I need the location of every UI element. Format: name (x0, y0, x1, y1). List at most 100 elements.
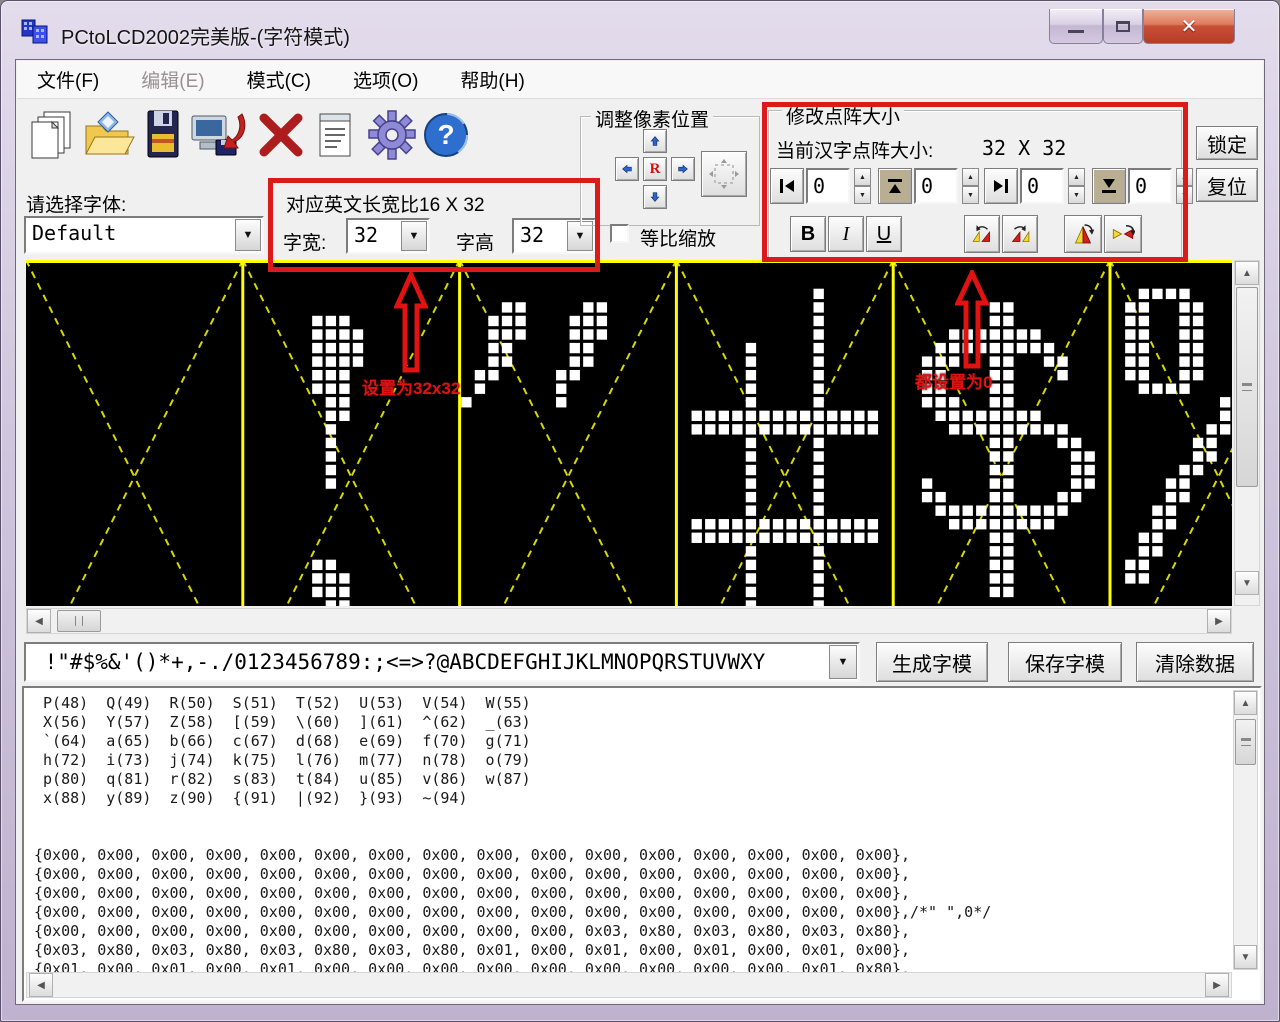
new-document-button[interactable] (26, 108, 76, 165)
scroll-right-button[interactable]: ▶ (1205, 973, 1229, 997)
spin-up-button[interactable]: ▲ (1068, 168, 1085, 186)
font-selector-value: Default (32, 221, 116, 245)
window-frame: PCtoLCD2002完美版-(字符模式) ✕ 文件(F) 编辑(E) 模式(C… (0, 0, 1280, 1022)
italic-button[interactable]: I (828, 216, 864, 252)
rotate-right-button[interactable] (1002, 215, 1038, 253)
char-strip[interactable]: !"#$%&'()*+,-./0123456789:;<=>?@ABCDEFGH… (24, 642, 860, 682)
menu-item-file[interactable]: 文件(F) (31, 62, 105, 97)
pixel-position-title: 调整像素位置 (591, 105, 713, 132)
move-down-button[interactable] (643, 185, 667, 209)
title-bar[interactable]: PCtoLCD2002完美版-(字符模式) ✕ (1, 1, 1280, 59)
char-width-combo[interactable]: 32 ▼ (346, 218, 430, 254)
canvas-v-scrollbar[interactable]: ▲ ▼ (1234, 260, 1260, 606)
spin-up-button[interactable]: ▲ (1176, 168, 1193, 186)
right-margin-input[interactable] (1020, 168, 1064, 204)
matrix-panel-title: 修改点阵大小 (782, 102, 904, 129)
right-margin-spinner: ▲▼ (1068, 168, 1085, 204)
close-button[interactable]: ✕ (1143, 9, 1235, 44)
notepad-icon (314, 108, 356, 162)
annotation-arrow-zero (955, 270, 989, 370)
minimize-button[interactable] (1049, 9, 1103, 44)
move-left-button[interactable] (615, 157, 639, 181)
left-arrow-icon (622, 162, 632, 176)
scale-checkbox[interactable] (610, 224, 629, 243)
adjust-top-button[interactable] (878, 168, 912, 204)
lock-button[interactable]: 锁定 (1196, 126, 1258, 160)
save-icon (142, 108, 184, 162)
h-scroll-thumb[interactable] (57, 610, 101, 632)
adjust-right-button[interactable] (984, 168, 1018, 204)
menu-item-options[interactable]: 选项(O) (347, 62, 424, 97)
matrix-current-value: 32 X 32 (982, 136, 1066, 160)
delete-button[interactable] (254, 110, 308, 163)
pixel-canvas-svg[interactable] (26, 260, 1232, 606)
reset-button[interactable]: 复位 (1196, 168, 1258, 202)
menu-item-help[interactable]: 帮助(H) (454, 62, 530, 97)
rotate-left-button[interactable] (964, 215, 1000, 253)
move-right-button[interactable] (671, 157, 695, 181)
chevron-down-icon[interactable]: ▼ (235, 219, 261, 251)
bottom-edge-icon (1099, 176, 1119, 196)
spin-up-button[interactable]: ▲ (962, 168, 979, 186)
move-up-button[interactable] (643, 129, 667, 153)
v-scroll-thumb[interactable] (1236, 287, 1258, 487)
help-icon: ? (420, 108, 472, 162)
pixel-canvas[interactable] (26, 260, 1232, 606)
adjust-left-button[interactable] (770, 168, 804, 204)
thumb-grip (75, 616, 83, 626)
left-margin-input[interactable] (806, 168, 850, 204)
code-view-button[interactable] (314, 108, 356, 165)
right-arrow-icon (678, 162, 688, 176)
client-area: 文件(F) 编辑(E) 模式(C) 选项(O) 帮助(H) (15, 59, 1265, 1005)
clear-data-button[interactable]: 清除数据 (1136, 642, 1254, 682)
output-h-scrollbar[interactable]: ◀ ▶ (26, 972, 1232, 998)
save-font-button[interactable]: 保存字模 (1008, 642, 1122, 682)
spin-down-button[interactable]: ▼ (1068, 186, 1085, 204)
top-margin-input[interactable] (914, 168, 958, 204)
char-strip-dropdown[interactable]: ▼ (829, 645, 857, 679)
menu-item-edit[interactable]: 编辑(E) (135, 62, 210, 97)
scale-checkbox-label: 等比缩放 (640, 224, 716, 251)
chevron-down-icon[interactable]: ▼ (401, 221, 427, 251)
menu-item-mode[interactable]: 模式(C) (241, 62, 317, 97)
bold-button[interactable]: B (790, 216, 826, 252)
v-scroll-thumb[interactable] (1235, 719, 1256, 765)
annotation-note-zero: 都设置为0 (915, 368, 992, 393)
up-arrow-icon (650, 134, 660, 148)
generate-font-button[interactable]: 生成字模 (876, 642, 988, 682)
output-v-scrollbar[interactable]: ▲ ▼ (1233, 690, 1258, 970)
bottom-margin-input[interactable] (1128, 168, 1172, 204)
scroll-down-button[interactable]: ▼ (1234, 945, 1257, 969)
maximize-button[interactable] (1103, 9, 1143, 44)
flip-vertical-button[interactable] (1064, 215, 1102, 253)
scroll-right-button[interactable]: ▶ (1207, 609, 1231, 633)
scroll-up-button[interactable]: ▲ (1234, 691, 1257, 715)
settings-button[interactable] (366, 108, 418, 165)
reset-position-button[interactable]: R (643, 157, 667, 181)
open-file-button[interactable] (80, 110, 136, 165)
save-button[interactable] (142, 108, 184, 165)
output-area: P(48) Q(49) R(50) S(51) T(52) U(53) V(54… (22, 686, 1262, 1002)
preview-button[interactable] (701, 151, 747, 197)
down-arrow-icon (650, 190, 660, 204)
export-button[interactable] (188, 108, 250, 165)
scroll-left-button[interactable]: ◀ (29, 973, 53, 997)
export-to-disk-icon (188, 108, 250, 162)
spin-up-button[interactable]: ▲ (854, 168, 871, 186)
spin-down-button[interactable]: ▼ (1176, 186, 1193, 204)
flip-horizontal-button[interactable] (1104, 215, 1142, 253)
output-text[interactable]: P(48) Q(49) R(50) S(51) T(52) U(53) V(54… (34, 694, 991, 979)
spin-down-button[interactable]: ▼ (854, 186, 871, 204)
gear-icon (366, 108, 418, 162)
help-button[interactable]: ? (420, 108, 472, 165)
scroll-left-button[interactable]: ◀ (27, 609, 51, 633)
font-selector-combo[interactable]: Default ▼ (24, 216, 264, 254)
svg-text:?: ? (437, 119, 454, 150)
scroll-up-button[interactable]: ▲ (1235, 261, 1259, 285)
underline-button[interactable]: U (866, 216, 902, 252)
adjust-bottom-button[interactable] (1092, 168, 1126, 204)
canvas-h-scrollbar[interactable]: ◀ ▶ (26, 608, 1232, 634)
spin-down-button[interactable]: ▼ (962, 186, 979, 204)
scroll-down-button[interactable]: ▼ (1235, 571, 1259, 595)
font-selector-label: 请选择字体: (26, 190, 126, 217)
